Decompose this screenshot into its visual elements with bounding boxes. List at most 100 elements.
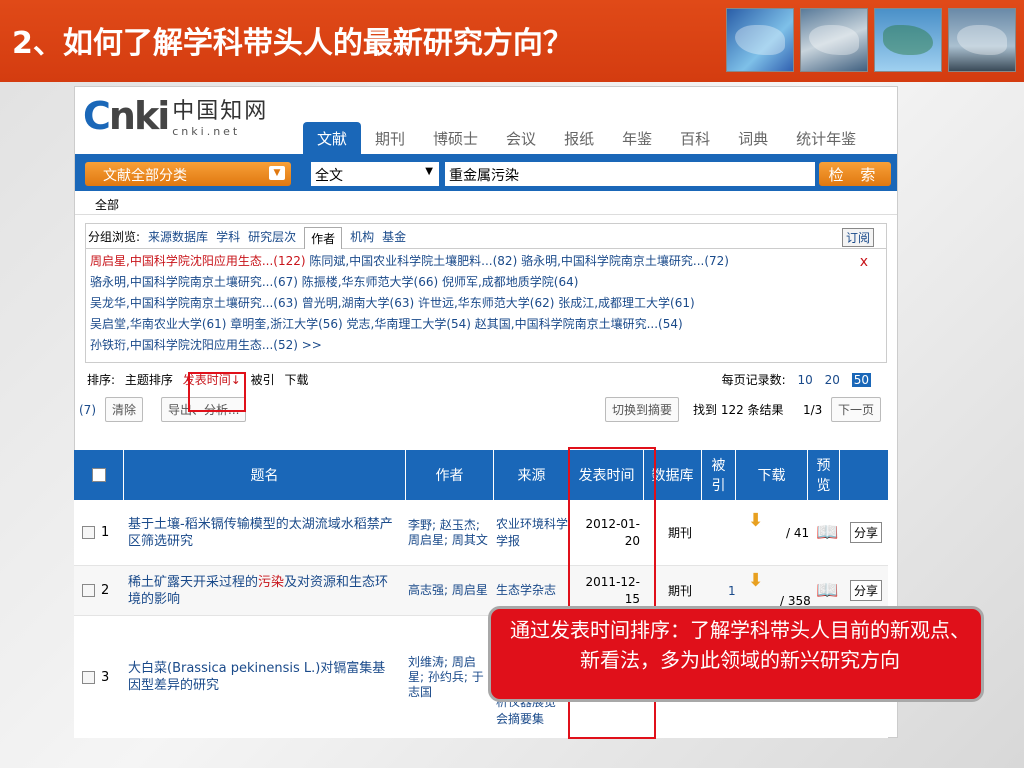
callout-note: 通过发表时间排序：了解学科带头人目前的新观点、新看法，多为此领域的新兴研究方向 bbox=[488, 606, 984, 702]
tab-yearbooks[interactable]: 年鉴 bbox=[608, 122, 666, 154]
group-tab-source-db[interactable]: 来源数据库 bbox=[148, 228, 208, 245]
sort-label: 排序: bbox=[87, 373, 116, 387]
per-page-20[interactable]: 20 bbox=[825, 373, 840, 387]
result-title[interactable]: 基于土壤-稻米镉传输模型的太湖流域水稻禁产区筛选研究 bbox=[128, 516, 398, 550]
group-tab-author[interactable]: 作者 bbox=[304, 227, 343, 249]
clear-button[interactable]: 清除 bbox=[105, 397, 144, 422]
row-checkbox[interactable] bbox=[82, 584, 95, 597]
select-all-checkbox[interactable] bbox=[91, 468, 106, 482]
share-button[interactable]: 分享 bbox=[850, 522, 883, 543]
header-images bbox=[726, 8, 1016, 72]
nav-tabs: 文献 期刊 博硕士 会议 报纸 年鉴 百科 词典 统计年鉴 bbox=[303, 122, 870, 154]
result-authors[interactable]: 李野; 赵玉杰; 周启星; 周其文 bbox=[408, 518, 488, 548]
cnki-logo[interactable]: Cnki 中国知网 cnki.net bbox=[83, 93, 269, 139]
search-bar: 文献全部分类 ▼ 全文 ▼ 重金属污染 检 索 bbox=[75, 157, 897, 191]
subscribe-button[interactable]: 订阅 bbox=[841, 228, 874, 247]
next-page-button[interactable]: 下一页 bbox=[831, 397, 882, 422]
switch-abstract-button[interactable]: 切换到摘要 bbox=[605, 397, 680, 422]
group-tab-level[interactable]: 研究层次 bbox=[248, 228, 296, 245]
page-info: 1/3 bbox=[803, 403, 823, 417]
download-icon[interactable]: ⬇ bbox=[748, 510, 763, 531]
author-links[interactable]: 陈同斌,中国农业科学院土壤肥料...(82) 骆永明,中国科学院南京土壤研究..… bbox=[309, 254, 729, 268]
slide-title: 2、如何了解学科带头人的最新研究方向？ bbox=[12, 26, 573, 61]
author-link-selected[interactable]: 周启星,中国科学院沈阳应用生态...(122) bbox=[90, 254, 306, 268]
group-label: 分组浏览: bbox=[88, 230, 141, 244]
category-select[interactable]: 文献全部分类 ▼ bbox=[85, 162, 291, 186]
tab-newspapers[interactable]: 报纸 bbox=[550, 122, 608, 154]
header-authors[interactable]: 作者 bbox=[406, 450, 494, 500]
tab-conferences[interactable]: 会议 bbox=[492, 122, 550, 154]
result-database: 期刊 bbox=[668, 584, 693, 598]
selected-count: (7) bbox=[79, 403, 96, 417]
lecture-hall-image bbox=[948, 8, 1016, 72]
search-button[interactable]: 检 索 bbox=[819, 162, 891, 186]
row-number: 1 bbox=[101, 525, 110, 540]
author-line[interactable]: 孙铁珩,中国科学院沈阳应用生态...(52) >> bbox=[90, 335, 882, 356]
row-number: 2 bbox=[101, 583, 110, 598]
share-button[interactable]: 分享 bbox=[850, 580, 883, 601]
dropdown-arrow-icon: ▼ bbox=[425, 166, 433, 177]
download-count: / 41 bbox=[786, 526, 810, 540]
result-title[interactable]: 稀土矿露天开采过程的污染及对资源和生态环境的影响 bbox=[128, 574, 398, 608]
results-table-header: 题名 作者 来源 发表时间 数据库 被引 下载 预览 bbox=[74, 450, 888, 500]
search-input[interactable]: 重金属污染 bbox=[445, 162, 815, 186]
sort-cited[interactable]: 被引 bbox=[251, 373, 275, 387]
author-list: 周启星,中国科学院沈阳应用生态...(122) 陈同斌,中国农业科学院土壤肥料.… bbox=[86, 248, 886, 358]
close-icon[interactable]: x bbox=[860, 252, 868, 273]
header-downloads[interactable]: 下载 bbox=[736, 450, 808, 500]
sort-download[interactable]: 下载 bbox=[284, 373, 308, 387]
category-label: 文献全部分类 bbox=[103, 168, 187, 184]
group-browse-panel: 分组浏览: 来源数据库 学科 研究层次 作者 机构 基金 订阅 周启星,中国科学… bbox=[85, 223, 887, 363]
tab-literature[interactable]: 文献 bbox=[303, 122, 362, 154]
preview-book-icon[interactable]: 📖 bbox=[816, 522, 838, 543]
author-line: 周启星,中国科学院沈阳应用生态...(122) 陈同斌,中国农业科学院土壤肥料.… bbox=[90, 251, 882, 272]
tab-journals[interactable]: 期刊 bbox=[361, 122, 419, 154]
row-number: 3 bbox=[101, 669, 110, 685]
tab-statistical-yearbooks[interactable]: 统计年鉴 bbox=[782, 122, 870, 154]
per-page-selector: 每页记录数: 10 20 50 bbox=[722, 371, 877, 388]
per-page-label: 每页记录数: bbox=[721, 373, 786, 387]
preview-book-icon[interactable]: 📖 bbox=[816, 580, 838, 601]
per-page-50[interactable]: 50 bbox=[851, 373, 871, 387]
header-cited[interactable]: 被引 bbox=[702, 450, 736, 500]
header-title[interactable]: 题名 bbox=[124, 450, 406, 500]
result-source[interactable]: 生态学杂志 bbox=[496, 582, 556, 599]
slide-header: 2、如何了解学科带头人的最新研究方向？ bbox=[0, 0, 1024, 82]
tab-theses[interactable]: 博硕士 bbox=[419, 122, 492, 154]
cnki-logo-chinese: 中国知网 bbox=[172, 99, 269, 124]
group-tab-fund[interactable]: 基金 bbox=[382, 228, 406, 245]
result-title[interactable]: 大白菜(Brassica pekinensis L.)对镉富集基因型差异的研究 bbox=[128, 660, 398, 694]
header-preview[interactable]: 预览 bbox=[808, 450, 840, 500]
cnki-header: Cnki 中国知网 cnki.net 文献 期刊 博硕士 会议 报纸 年鉴 百科… bbox=[75, 87, 897, 157]
result-authors[interactable]: 刘维涛; 周启星; 孙约兵; 于志国 bbox=[408, 655, 488, 700]
cited-count[interactable]: 1 bbox=[728, 584, 736, 598]
group-tab-institution[interactable]: 机构 bbox=[350, 228, 374, 245]
author-line[interactable]: 吴启堂,华南农业大学(61) 章明奎,浙江大学(56) 党志,华南理工大学(54… bbox=[90, 314, 882, 335]
cnki-logo-domain: cnki.net bbox=[172, 125, 241, 138]
group-tab-subject[interactable]: 学科 bbox=[216, 228, 240, 245]
result-source[interactable]: 农业环境科学学报 bbox=[496, 516, 568, 550]
result-database: 期刊 bbox=[668, 526, 693, 540]
scope-row: 全部 bbox=[75, 191, 897, 215]
group-tabs: 分组浏览: 来源数据库 学科 研究层次 作者 机构 基金 bbox=[86, 224, 886, 249]
download-icon[interactable]: ⬇ bbox=[748, 570, 763, 591]
row-checkbox[interactable] bbox=[82, 526, 95, 539]
sort-topic[interactable]: 主题排序 bbox=[125, 373, 173, 387]
tab-encyclopedia[interactable]: 百科 bbox=[666, 122, 724, 154]
chevron-down-icon: ▼ bbox=[269, 166, 285, 180]
result-count: 找到 122 条结果 bbox=[693, 403, 784, 417]
sort-highlight-box bbox=[188, 372, 246, 412]
lab-flasks-image bbox=[726, 8, 794, 72]
researcher-image bbox=[800, 8, 868, 72]
tab-dictionary[interactable]: 词典 bbox=[724, 122, 782, 154]
author-line[interactable]: 骆永明,中国科学院南京土壤研究...(67) 陈振楼,华东师范大学(66) 倪师… bbox=[90, 272, 882, 293]
header-source[interactable]: 来源 bbox=[494, 450, 570, 500]
result-authors[interactable]: 高志强; 周启星 bbox=[408, 583, 488, 598]
author-line[interactable]: 吴龙华,中国科学院南京土壤研究...(63) 曾光明,湖南大学(63) 许世远,… bbox=[90, 293, 882, 314]
slide: 2、如何了解学科带头人的最新研究方向？ Cnki 中国知网 cnki.net 文… bbox=[0, 0, 1024, 768]
field-select[interactable]: 全文 ▼ bbox=[311, 162, 439, 186]
per-page-10[interactable]: 10 bbox=[798, 373, 813, 387]
scope-all[interactable]: 全部 bbox=[95, 198, 119, 212]
row-checkbox[interactable] bbox=[82, 670, 95, 684]
world-map-image bbox=[874, 8, 942, 72]
